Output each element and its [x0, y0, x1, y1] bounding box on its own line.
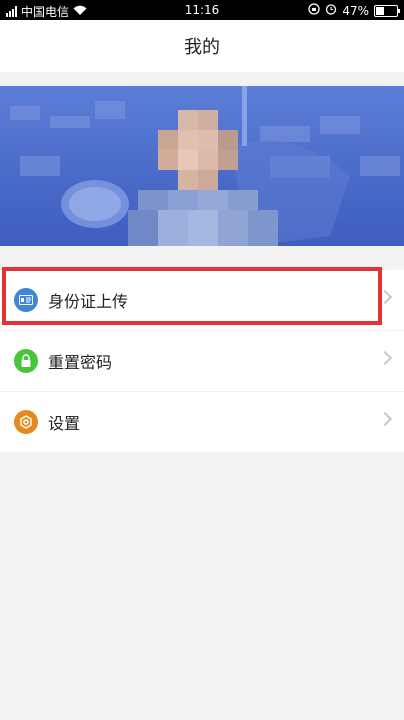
alarm-icon — [325, 3, 337, 18]
battery-percent: 47% — [342, 3, 369, 18]
menu-item-settings[interactable]: 设置 — [0, 392, 404, 452]
profile-banner — [0, 86, 404, 246]
lock-icon — [14, 349, 38, 373]
menu-item-reset-password[interactable]: 重置密码 — [0, 331, 404, 392]
page-header: 我的 — [0, 20, 404, 72]
status-bar: 中国电信 11:16 47% — [0, 0, 404, 20]
status-right: 47% — [308, 3, 400, 18]
gear-icon — [14, 410, 38, 434]
menu-label-settings: 设置 — [48, 414, 81, 433]
highlight-annotation-box — [2, 267, 382, 325]
page-title: 我的 — [184, 37, 220, 58]
battery-icon — [374, 4, 400, 17]
blurred-avatar — [128, 110, 278, 246]
rotation-lock-icon — [308, 3, 320, 18]
menu-label-reset-password: 重置密码 — [48, 353, 113, 372]
chevron-right-icon — [377, 411, 393, 427]
chevron-right-icon — [377, 350, 393, 366]
